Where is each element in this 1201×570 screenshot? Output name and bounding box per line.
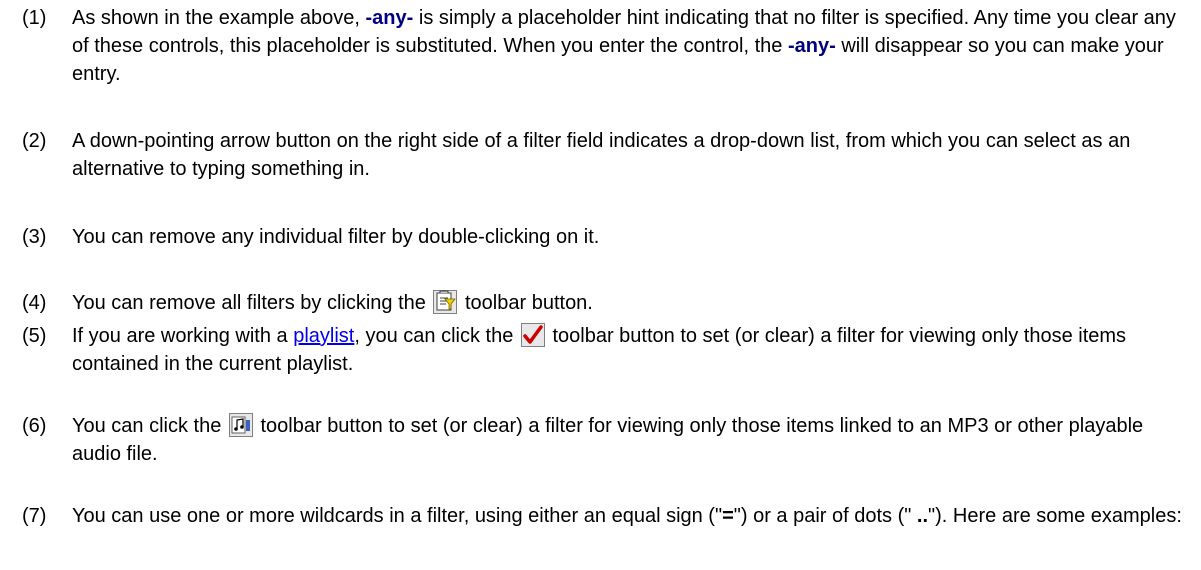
item-number: (7) — [22, 505, 47, 527]
item-number: (4) — [22, 292, 47, 314]
item-text: If you are working with a playlist, you … — [72, 322, 1182, 378]
any-placeholder-keyword: -any- — [787, 35, 836, 57]
text-run: You can click the — [72, 415, 227, 437]
text-run: If you are working with a — [72, 325, 294, 347]
help-document: (1) As shown in the example above, -any-… — [0, 0, 1201, 570]
text-run: , you can click the — [354, 325, 519, 347]
audio-file-icon[interactable] — [228, 413, 253, 437]
text-run: toolbar button. — [459, 292, 593, 314]
item-text: You can use one or more wildcards in a f… — [72, 502, 1182, 530]
text-run: "). Here are some examples: — [928, 505, 1182, 527]
text-run: You can remove all filters by clicking t… — [72, 292, 432, 314]
text-run: You can use one or more wildcards in a f… — [72, 505, 723, 527]
text-run: As shown in the example above, — [72, 7, 366, 29]
checkmark-icon[interactable] — [520, 323, 545, 347]
any-placeholder-keyword: -any- — [365, 7, 414, 29]
item-number: (2) — [22, 130, 47, 152]
item-number: (3) — [22, 226, 47, 248]
item-number: (6) — [22, 415, 47, 437]
clear-filters-icon[interactable] — [433, 290, 458, 314]
item-number: (1) — [22, 7, 47, 29]
item-text: You can remove all filters by clicking t… — [72, 289, 1182, 317]
item-number: (5) — [22, 325, 47, 347]
equal-sign-wildcard: = — [722, 505, 734, 527]
item-text: A down-pointing arrow button on the righ… — [72, 130, 1131, 180]
text-run: ") or a pair of dots (" — [733, 505, 917, 527]
playlist-link[interactable]: playlist — [293, 325, 354, 347]
item-text: You can remove any individual filter by … — [72, 226, 600, 248]
dots-wildcard: .. — [916, 505, 929, 527]
item-text: You can click the toolbar button to set … — [72, 412, 1182, 468]
item-text: As shown in the example above, -any- is … — [72, 4, 1182, 88]
